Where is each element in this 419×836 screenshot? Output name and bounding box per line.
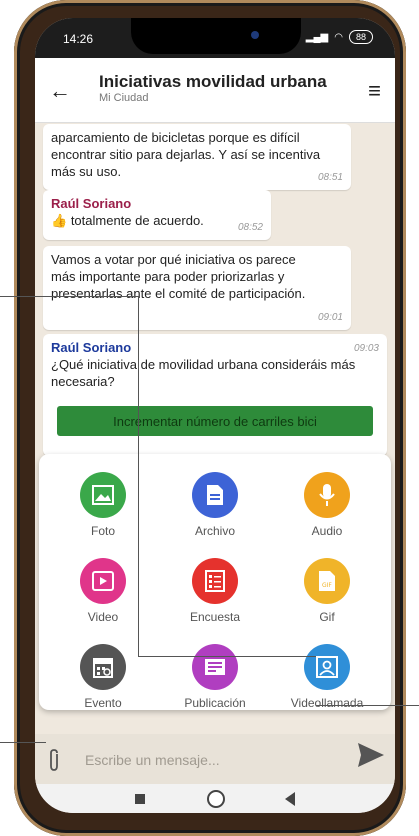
attach-label: Evento <box>84 696 122 710</box>
gif-icon: GIF <box>304 558 350 604</box>
connector-line <box>316 705 419 706</box>
signal-icon: ▂▄▆ <box>305 31 329 43</box>
message-bubble: aparcamiento de bicicletas porque es dif… <box>43 124 351 190</box>
attach-label: Archivo <box>194 524 235 538</box>
android-nav-bar <box>35 784 395 813</box>
message-text: Vamos a votar por qué iniciativa os pare… <box>51 252 296 267</box>
document-icon <box>192 472 238 518</box>
status-time: 14:26 <box>63 32 94 46</box>
message-time: 09:01 <box>317 312 343 323</box>
wifi-icon: ◠ <box>334 31 343 43</box>
message-text: aparcamiento de bicicletas porque es dif… <box>51 130 300 145</box>
connector-line <box>138 656 316 657</box>
attach-videocall-button[interactable]: Videollamada <box>277 644 377 710</box>
calendar-icon <box>80 644 126 690</box>
attach-label: Encuesta <box>189 610 241 624</box>
poll-question: ¿Qué iniciativa de movilidad urbana cons… <box>51 357 356 372</box>
send-icon[interactable] <box>357 742 385 773</box>
status-bar: 14:26 ▂▄▆ ◠ 88 <box>35 18 395 58</box>
message-author: Raúl Soriano <box>51 196 132 211</box>
attach-label: Audio <box>311 524 343 538</box>
message-author: Raúl Soriano <box>51 340 132 355</box>
attach-survey-button[interactable]: Encuesta <box>165 558 265 624</box>
chat-title: Iniciativas movilidad urbana <box>99 72 327 91</box>
attach-label: Publicación <box>184 696 246 710</box>
recent-apps-icon[interactable] <box>135 794 145 804</box>
hamburger-menu-icon[interactable]: ≡ <box>368 78 381 104</box>
video-icon <box>80 558 126 604</box>
message-text: presentarlas ante el comité de participa… <box>51 286 306 301</box>
attachment-menu: Foto Archivo Audio Video Encuesta GIF Gi… <box>39 454 391 710</box>
message-bubble: Vamos a votar por qué iniciativa os pare… <box>43 246 351 330</box>
status-icons: ▂▄▆ ◠ 88 <box>306 30 373 44</box>
message-text: más importante para poder priorizarlas y <box>51 269 285 284</box>
message-text: encontrar sitio para dejarlas. Y así se … <box>51 147 321 162</box>
battery-icon: 88 <box>348 30 373 44</box>
image-icon <box>80 472 126 518</box>
front-camera <box>251 31 259 39</box>
attach-file-button[interactable]: Archivo <box>165 472 265 538</box>
attach-gif-button[interactable]: GIF Gif <box>277 558 377 624</box>
paperclip-icon[interactable] <box>47 748 61 778</box>
message-time: 09:03 <box>353 343 379 354</box>
attach-label: Gif <box>319 610 335 624</box>
poll-question: necesaria? <box>51 374 115 389</box>
nav-back-icon[interactable] <box>285 792 295 806</box>
phone-screen: 14:26 ▂▄▆ ◠ 88 ← Iniciativas movilidad u… <box>35 18 395 813</box>
connector-line <box>138 296 139 656</box>
thumbs-up-icon: 👍 <box>51 213 68 228</box>
back-arrow-icon[interactable]: ← <box>49 78 71 104</box>
attach-label: Videollamada <box>290 696 364 710</box>
publication-icon <box>192 644 238 690</box>
svg-text:GIF: GIF <box>322 582 332 589</box>
attach-audio-button[interactable]: Audio <box>277 472 377 538</box>
microphone-icon <box>304 472 350 518</box>
home-icon[interactable] <box>207 790 225 808</box>
connector-line <box>0 296 138 297</box>
notch <box>131 18 301 54</box>
attach-publication-button[interactable]: Publicación <box>165 644 265 710</box>
message-input[interactable] <box>83 746 337 774</box>
connector-line <box>0 742 46 743</box>
message-composer <box>35 734 395 784</box>
message-time: 08:51 <box>317 172 343 183</box>
survey-icon <box>192 558 238 604</box>
poll-message-bubble: Raúl Soriano ¿Qué iniciativa de movilida… <box>43 334 387 456</box>
poll-option-button[interactable]: Incrementar número de carriles bici <box>57 406 373 436</box>
message-bubble: Raúl Soriano 👍 totalmente de acuerdo. 08… <box>43 190 271 240</box>
chat-subtitle: Mi Ciudad <box>99 92 149 104</box>
message-text: más su uso. <box>51 164 122 179</box>
message-time: 08:52 <box>237 222 263 233</box>
chat-header: ← Iniciativas movilidad urbana Mi Ciudad… <box>35 58 395 123</box>
videocall-icon <box>304 644 350 690</box>
message-text: totalmente de acuerdo. <box>70 213 204 228</box>
